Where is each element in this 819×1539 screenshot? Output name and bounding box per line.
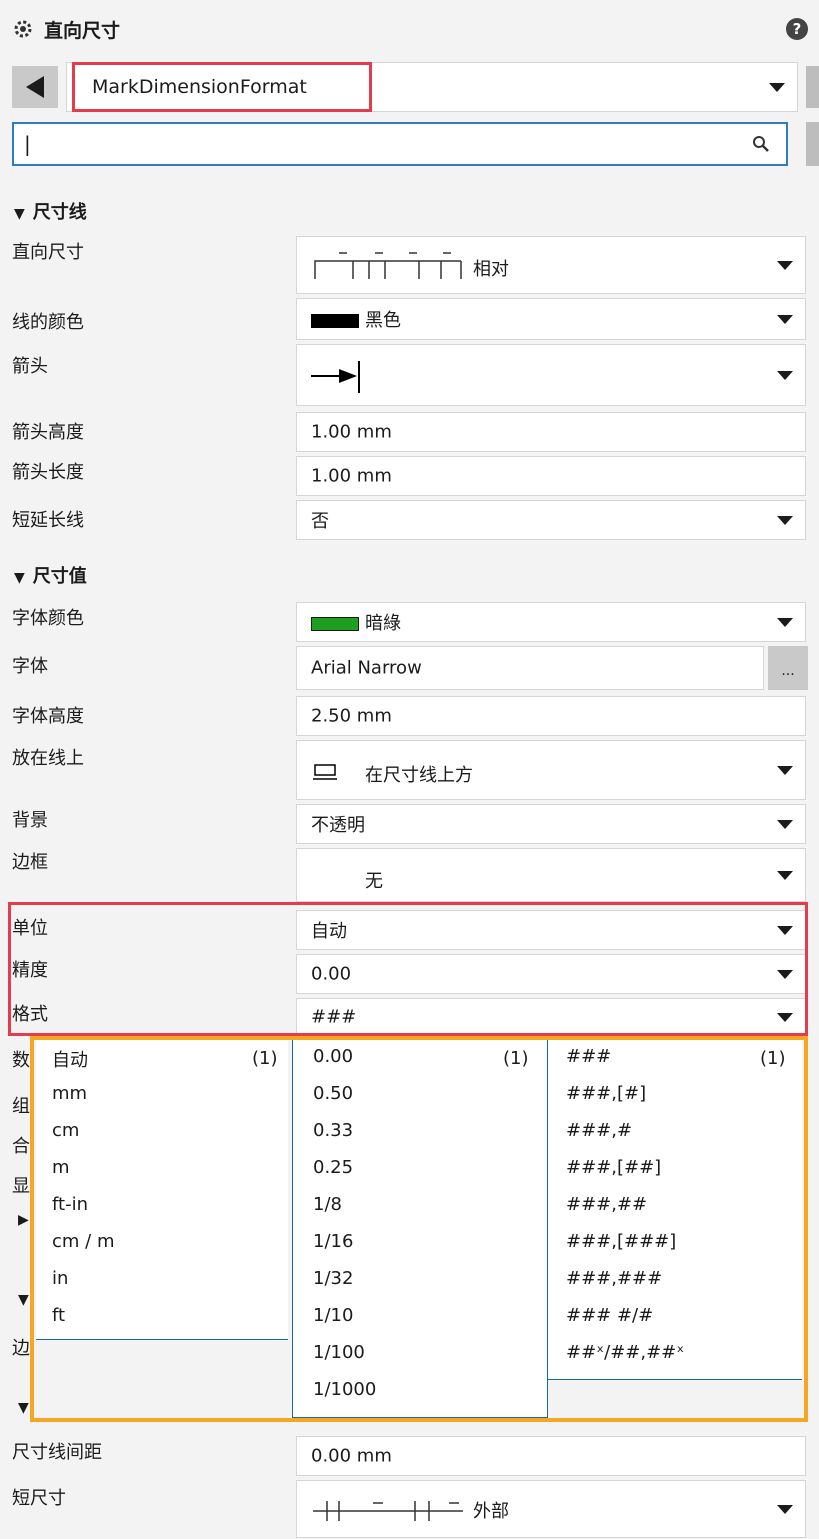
- panel-title: 直向尺寸: [44, 20, 121, 42]
- help-icon[interactable]: ?: [786, 18, 808, 40]
- style-select-value: MarkDimensionFormat: [92, 76, 307, 98]
- on-line-value: 在尺寸线上方: [365, 765, 473, 786]
- label-border: 边框: [12, 852, 48, 873]
- line-color-value: 黑色: [365, 310, 401, 331]
- expanded-section-marker: ▼: [18, 1292, 29, 1308]
- chevron-down-icon: [777, 766, 793, 775]
- relative-dimension-icon: [314, 252, 462, 279]
- label-background: 背景: [12, 810, 48, 831]
- color-swatch: [311, 314, 359, 328]
- font-input[interactable]: Arial Narrow: [296, 646, 764, 690]
- font-height-input[interactable]: 2.50 mm: [296, 696, 806, 736]
- background-select[interactable]: 不透明: [296, 804, 806, 844]
- chevron-down-icon: [777, 1505, 793, 1514]
- collapsed-section-marker: ▶: [18, 1212, 29, 1228]
- label-arrow-length: 箭头长度: [12, 462, 84, 483]
- outside-dimension-icon: [313, 1501, 463, 1521]
- label-font-height: 字体高度: [12, 706, 84, 727]
- text-above-line-icon: [313, 764, 337, 780]
- on-line-select[interactable]: 在尺寸线上方: [296, 740, 806, 800]
- label-partial: 显: [12, 1176, 30, 1197]
- side-button[interactable]: [806, 66, 819, 108]
- label-line-color: 线的颜色: [12, 312, 84, 333]
- direct-dim-value: 相对: [473, 259, 509, 280]
- label-direct-dim: 直向尺寸: [12, 242, 84, 263]
- border-select[interactable]: 无: [296, 848, 806, 902]
- arrowhead-icon: [311, 361, 360, 393]
- font-color-value: 暗綠: [365, 613, 401, 634]
- label-arrow: 箭头: [12, 356, 48, 377]
- settings-gear-icon: [12, 18, 34, 40]
- arrow-height-input[interactable]: 1.00 mm: [296, 412, 806, 452]
- dim-spacing-input[interactable]: 0.00 mm: [296, 1436, 806, 1476]
- label-partial: 合: [12, 1136, 30, 1157]
- border-value: 无: [365, 871, 383, 892]
- label-partial: 边: [12, 1338, 30, 1359]
- short-ext-select[interactable]: 否: [296, 500, 806, 540]
- arrow-select[interactable]: [296, 344, 806, 406]
- chevron-down-icon: [769, 83, 785, 92]
- chevron-down-icon: [777, 871, 793, 880]
- label-partial: 组: [12, 1096, 30, 1117]
- chevron-down-icon: [777, 371, 793, 380]
- short-dim-select[interactable]: 外部: [296, 1480, 806, 1538]
- search-icon[interactable]: [752, 135, 770, 153]
- label-arrow-height: 箭头高度: [12, 422, 84, 443]
- chevron-down-icon: [777, 315, 793, 324]
- label-dim-spacing: 尺寸线间距: [12, 1442, 102, 1463]
- arrow-length-input[interactable]: 1.00 mm: [296, 456, 806, 496]
- label-short-dim: 短尺寸: [12, 1488, 66, 1509]
- font-color-select[interactable]: 暗綠: [296, 602, 806, 642]
- chevron-down-icon: [777, 820, 793, 829]
- chevron-down-icon: [777, 618, 793, 627]
- unit-precision-format-highlight: [8, 902, 808, 1036]
- chevron-down-icon: [777, 516, 793, 525]
- chevron-down-icon: [777, 261, 793, 270]
- label-font-color: 字体颜色: [12, 608, 84, 629]
- search-input[interactable]: |: [12, 122, 788, 166]
- section-dim-value[interactable]: ▼ 尺寸值: [14, 562, 87, 588]
- section-dim-line[interactable]: ▼ 尺寸线: [14, 198, 87, 224]
- label-short-ext: 短延长线: [12, 510, 84, 531]
- search-side-button[interactable]: [806, 122, 819, 166]
- label-on-line: 放在线上: [12, 748, 84, 769]
- direct-dim-select[interactable]: 相对: [296, 236, 806, 294]
- label-partial: 数: [12, 1050, 30, 1071]
- line-color-select[interactable]: 黑色: [296, 298, 806, 340]
- color-swatch: [311, 617, 359, 631]
- back-button[interactable]: [12, 66, 58, 108]
- dropdown-highlight: [30, 1036, 808, 1422]
- label-font: 字体: [12, 656, 48, 677]
- short-dim-value: 外部: [473, 1501, 509, 1522]
- font-browse-button[interactable]: ...: [768, 646, 808, 690]
- search-caret: |: [24, 132, 31, 156]
- expanded-section-marker: ▼: [18, 1400, 29, 1416]
